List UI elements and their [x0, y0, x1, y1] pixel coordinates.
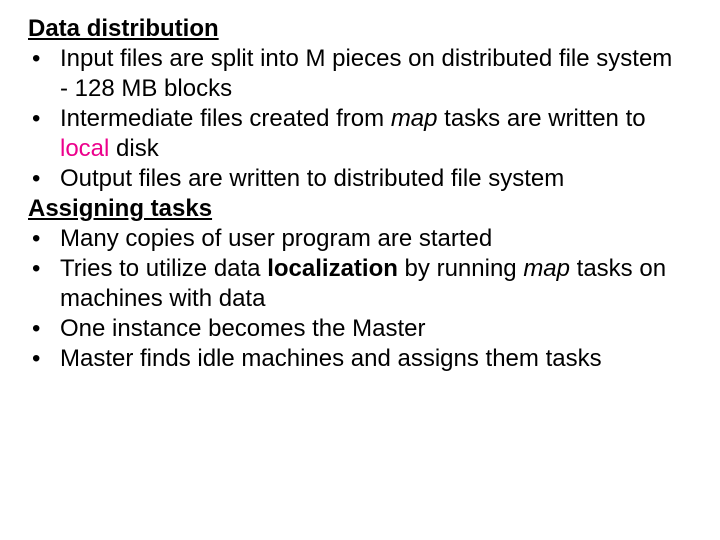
- text: disk: [109, 135, 158, 162]
- text: tasks are written to: [438, 105, 646, 132]
- section1-list: Input files are split into M pieces on d…: [28, 44, 680, 194]
- list-item: Tries to utilize data localization by ru…: [28, 254, 680, 314]
- bold-text: localization: [267, 255, 398, 282]
- section2-list: Many copies of user program are started …: [28, 224, 680, 374]
- accent-text: local: [60, 135, 109, 162]
- text: Intermediate files created from: [60, 105, 391, 132]
- slide-content: Data distribution Input files are split …: [0, 0, 720, 388]
- list-item: Master finds idle machines and assigns t…: [28, 344, 680, 374]
- text: by running: [398, 255, 523, 282]
- list-item: Input files are split into M pieces on d…: [28, 44, 680, 104]
- list-item: Intermediate files created from map task…: [28, 104, 680, 164]
- italic-text: map: [523, 255, 570, 282]
- list-item: Many copies of user program are started: [28, 224, 680, 254]
- text: Input files are split into M pieces on d…: [60, 45, 672, 102]
- italic-text: map: [391, 105, 438, 132]
- section2-heading: Assigning tasks: [28, 194, 680, 224]
- text: Output files are written to distributed …: [60, 165, 564, 192]
- text: One instance becomes the Master: [60, 315, 426, 342]
- text: Master finds idle machines and assigns t…: [60, 345, 602, 372]
- text: Tries to utilize data: [60, 255, 267, 282]
- list-item: Output files are written to distributed …: [28, 164, 680, 194]
- text: Many copies of user program are started: [60, 225, 492, 252]
- list-item: One instance becomes the Master: [28, 314, 680, 344]
- section1-heading: Data distribution: [28, 14, 680, 44]
